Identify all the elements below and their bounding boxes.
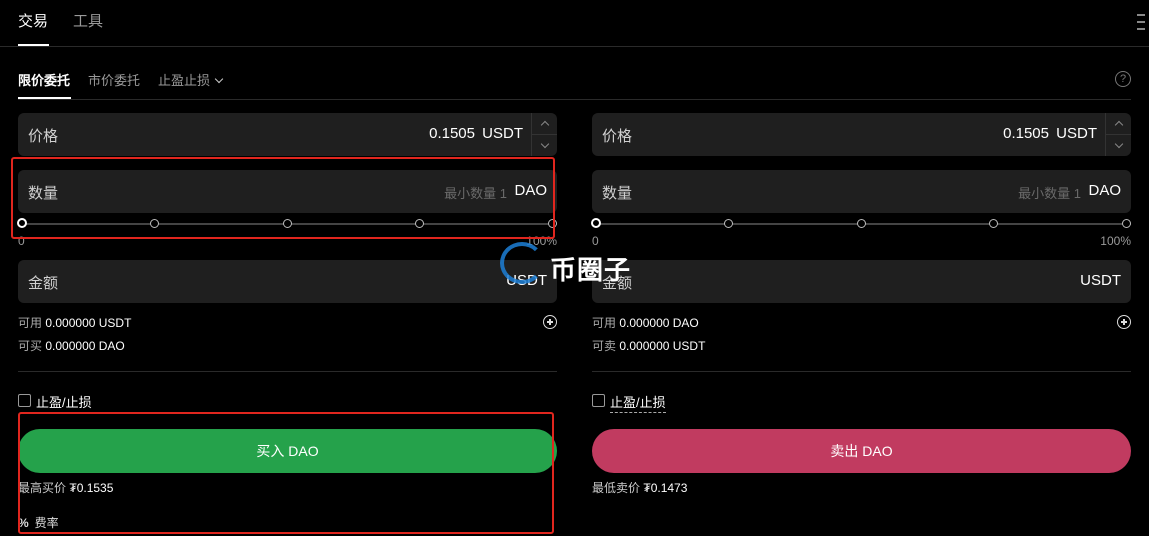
- best-ask-label: 最低卖价: [592, 481, 641, 495]
- divider: [592, 371, 1131, 372]
- available-value: 0.000000 DAO: [619, 316, 699, 330]
- sell-amount-slider[interactable]: [591, 218, 1131, 228]
- decrement-button[interactable]: [1106, 134, 1131, 155]
- total-label: 金额: [28, 275, 59, 292]
- quantity-placeholder: 最小数量 1: [1018, 186, 1081, 201]
- add-funds-icon[interactable]: [543, 315, 557, 329]
- available-balance: 可用 0.000000 USDT: [18, 314, 131, 331]
- buy-price-field[interactable]: 价格 0.1505 USDT: [18, 113, 557, 156]
- chevron-up-icon: [1114, 120, 1123, 130]
- slider-max-label: 100%: [1100, 234, 1131, 248]
- price-value: 0.1505: [1003, 125, 1049, 142]
- slider-step-100[interactable]: [1122, 219, 1131, 228]
- slider-step-50[interactable]: [857, 219, 866, 228]
- quantity-unit: DAO: [1088, 182, 1121, 199]
- tpsl-checkbox[interactable]: [18, 394, 31, 407]
- available-balance: 可用 0.000000 DAO: [592, 314, 699, 331]
- max-sell: 可卖 0.000000 USDT: [592, 337, 705, 354]
- price-unit: USDT: [1056, 125, 1097, 142]
- decrement-button[interactable]: [532, 134, 557, 155]
- watermark-text: 币圈子: [550, 255, 632, 285]
- quantity-label: 数量: [602, 185, 633, 202]
- tpsl-checkbox[interactable]: [592, 394, 605, 407]
- highlight-box-buy: [18, 412, 554, 534]
- best-ask: 最低卖价 ₮0.1473: [592, 479, 687, 496]
- sell-price-field[interactable]: 价格 0.1505 USDT: [592, 113, 1131, 156]
- sell-quantity-field[interactable]: 数量 最小数量 1 DAO: [592, 170, 1131, 213]
- slider-step-75[interactable]: [989, 219, 998, 228]
- price-value: 0.1505: [429, 125, 475, 142]
- price-label: 价格: [28, 128, 59, 145]
- logo-icon: [500, 242, 544, 284]
- sell-button[interactable]: 卖出 DAO: [592, 429, 1131, 473]
- total-unit: USDT: [1080, 272, 1121, 289]
- max-sell-label: 可卖: [592, 339, 617, 353]
- max-buy: 可买 0.000000 DAO: [18, 337, 125, 354]
- chevron-down-icon: [1114, 139, 1123, 148]
- available-label: 可用: [18, 316, 43, 330]
- price-stepper[interactable]: [1105, 113, 1131, 156]
- chevron-down-icon: [540, 139, 549, 148]
- max-buy-label: 可买: [18, 339, 43, 353]
- max-buy-value: 0.000000 DAO: [45, 339, 125, 353]
- menu-icon[interactable]: [1137, 14, 1145, 32]
- price-unit: USDT: [482, 125, 523, 142]
- add-funds-icon[interactable]: [1117, 315, 1131, 329]
- highlight-box-quantity: [11, 157, 555, 239]
- tpsl-label[interactable]: 止盈/止损: [36, 392, 92, 413]
- available-value: 0.000000 USDT: [45, 316, 132, 330]
- price-stepper[interactable]: [531, 113, 557, 156]
- best-ask-value: ₮0.1473: [643, 481, 688, 495]
- available-label: 可用: [592, 316, 617, 330]
- sell-total-field[interactable]: 金额 USDT: [592, 260, 1131, 303]
- max-sell-value: 0.000000 USDT: [619, 339, 706, 353]
- tpsl-label[interactable]: 止盈/止损: [610, 392, 666, 413]
- price-label: 价格: [602, 128, 633, 145]
- buy-total-field[interactable]: 金额 USDT: [18, 260, 557, 303]
- increment-button[interactable]: [532, 113, 557, 134]
- slider-handle[interactable]: [591, 218, 601, 228]
- divider: [18, 371, 557, 372]
- increment-button[interactable]: [1106, 113, 1131, 134]
- sell-panel: 价格 0.1505 USDT 数量 最小数量 1 DAO 0 100% 金额 U…: [591, 0, 1131, 536]
- chevron-up-icon: [540, 120, 549, 130]
- slider-step-25[interactable]: [724, 219, 733, 228]
- watermark-logo: 币圈子: [500, 242, 650, 285]
